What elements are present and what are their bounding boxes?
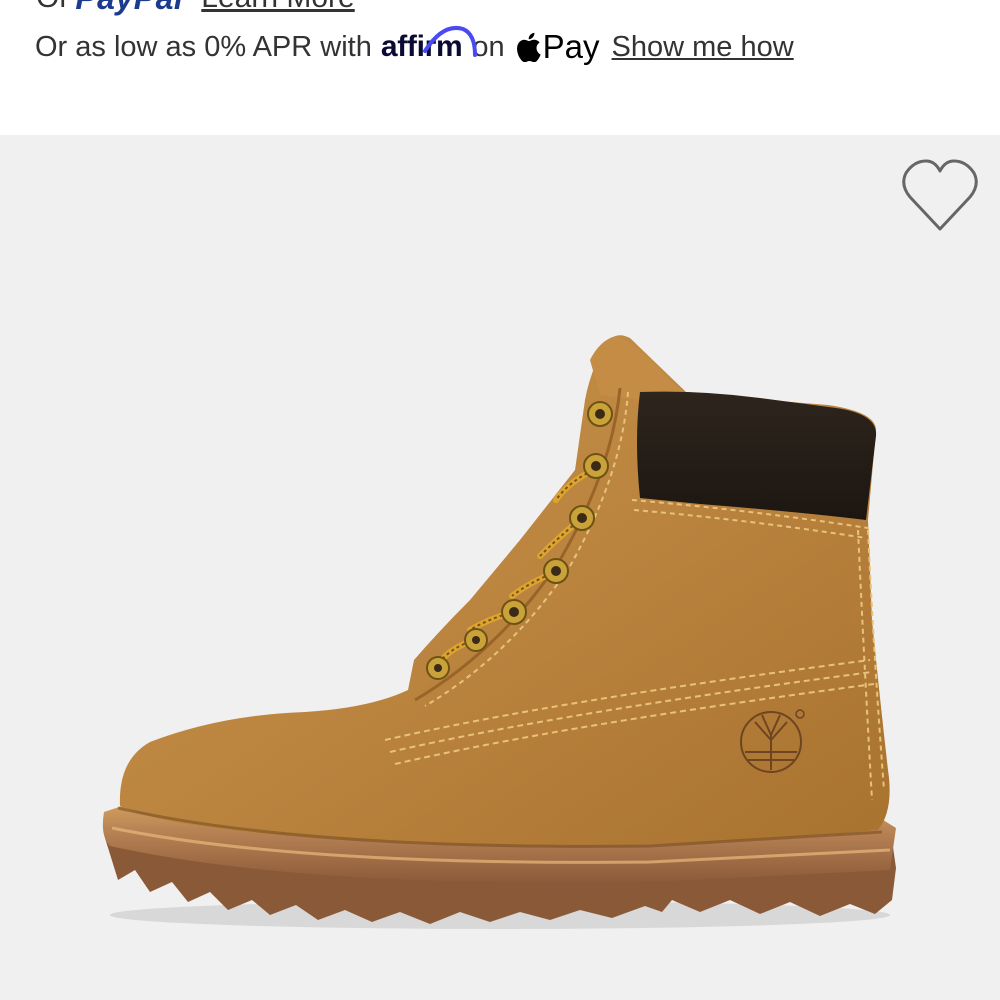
paypal-learn-more-link[interactable]: Learn More (201, 0, 354, 15)
show-me-how-link[interactable]: Show me how (612, 31, 794, 64)
boot-image (102, 335, 897, 929)
heart-outline-icon (902, 159, 978, 231)
affirm-lead-text: Or as low as 0% APR with (35, 30, 372, 63)
affirm-logo: affirm (381, 26, 477, 64)
product-image[interactable] (0, 135, 1000, 1000)
affirm-arc-icon (422, 26, 477, 57)
paypal-logo-p: P (75, 0, 97, 16)
apple-icon (515, 32, 541, 62)
paypal-logo: PayPal (75, 0, 183, 17)
wishlist-button[interactable] (900, 157, 980, 233)
paypal-financing-row: Or PayPal Learn More (36, 0, 355, 16)
paypal-logo-text: ayPal (97, 0, 183, 16)
apple-pay-text: Pay (542, 28, 600, 65)
apple-pay-logo: Pay (515, 28, 600, 66)
product-page: Or PayPal Learn More Or as low as 0% APR… (0, 0, 1000, 1000)
paypal-prefix: Or (36, 0, 69, 15)
affirm-financing-row: Or as low as 0% APR with affirm on Pay S… (35, 22, 794, 72)
